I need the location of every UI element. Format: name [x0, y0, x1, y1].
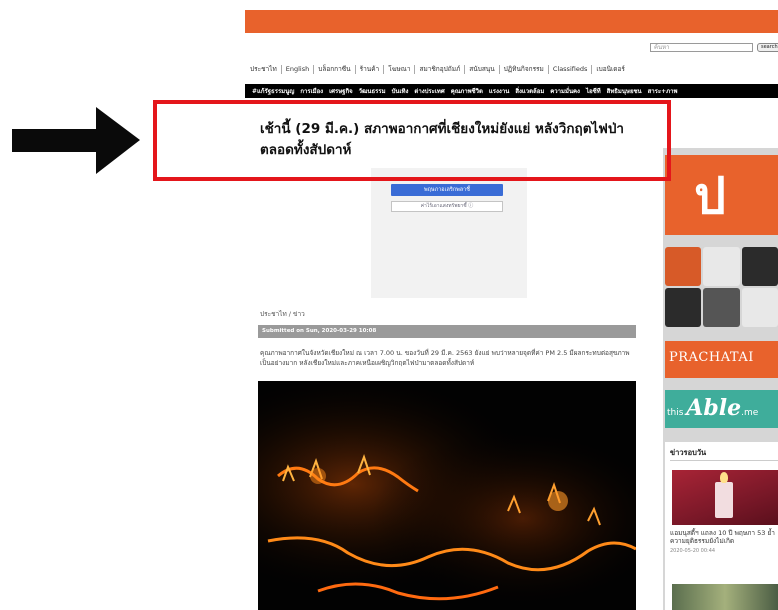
category-nav-item[interactable]: สิทธิมนุษยชน [604, 86, 645, 96]
shirt-image [665, 288, 702, 327]
candle-image [715, 482, 733, 518]
thisable-wordmark: this Able.me [667, 395, 758, 421]
breadcrumb[interactable]: ประชาไท / ข่าว [260, 309, 305, 319]
main-nav-item[interactable]: บล็อกกาซีน [314, 64, 356, 74]
brand-wordmark: PRACHATAI [669, 350, 754, 365]
main-nav-item[interactable]: โฆษณา [384, 64, 416, 74]
divider [670, 460, 778, 461]
highlight-box [153, 100, 671, 181]
share-secondary-button[interactable]: ค่าไร้เอาแสงทรัพยาชี้ ⓘ [391, 201, 503, 212]
main-nav-item[interactable]: Classifieds [549, 64, 593, 74]
category-nav-item[interactable]: สาระ+ภาพ [645, 86, 681, 96]
category-nav: #แก้รัฐธรรมนูญ การเมือง เศรษฐกิจ วัฒนธรร… [245, 84, 778, 98]
search-button[interactable]: search [757, 43, 778, 52]
shirt-image [741, 288, 778, 327]
category-nav-item[interactable]: สิ่งแวดล้อม [512, 86, 547, 96]
main-nav-item[interactable]: ประชาไท [250, 64, 282, 74]
category-nav-item[interactable]: ไอซีที [583, 86, 604, 96]
shirt-image [703, 247, 740, 286]
thisable-mark: Able [686, 395, 742, 421]
main-nav-item[interactable]: สมาชิกอุปถัมภ์ [415, 64, 466, 74]
main-nav-item[interactable]: สนับสนุน [465, 64, 500, 74]
category-nav-item[interactable]: #แก้รัฐธรรมนูญ [249, 86, 297, 96]
shirt-image [665, 247, 702, 286]
thisable-suffix: .me [741, 408, 759, 418]
main-nav-item[interactable]: เบอนิเดอร์ [592, 65, 629, 74]
shirt-image [703, 288, 740, 327]
logo-glyph: ป [694, 167, 726, 225]
main-nav-item[interactable]: ปฏิทินกิจกรรม [500, 64, 549, 74]
share-button[interactable]: พฤษภาอเลริกพลาชี้ [391, 184, 503, 196]
category-nav-item[interactable]: วัฒนธรรม [356, 86, 389, 96]
category-nav-item[interactable]: เศรษฐกิจ [326, 86, 356, 96]
main-nav-item[interactable]: ร้านค้า [356, 64, 385, 74]
thisable-prefix: this [667, 408, 687, 418]
top-banner [245, 10, 778, 33]
shirt-image [741, 247, 778, 286]
news-widget-heading: ข่าวรอบวัน [670, 448, 707, 457]
news-item-title[interactable]: แอมนุสตี้ฯ แถลง 10 ปี พฤษภา 53 ย้ำความยุ… [670, 529, 778, 545]
category-nav-item[interactable]: คุณภาพชีวิต [448, 86, 486, 96]
right-arrow-icon [12, 107, 140, 174]
wildfire-illustration [258, 381, 636, 610]
category-nav-item[interactable]: ต่างประเทศ [411, 86, 447, 96]
category-nav-item[interactable]: แรงงาน [486, 86, 512, 96]
wildfire-photo [258, 381, 636, 610]
news-item-date: 2020-05-20 00:44 [670, 548, 716, 554]
search-input[interactable]: ค้นหา [650, 43, 753, 52]
main-nav: ประชาไท English บล็อกกาซีน ร้านค้า โฆษณา… [250, 64, 629, 74]
page: ค้นหา search ประชาไท English บล็อกกาซีน … [0, 0, 778, 610]
submitted-bar: Submitted on Sun, 2020-03-29 10:08 [258, 325, 636, 338]
merch-banner[interactable] [665, 247, 778, 327]
main-nav-item[interactable]: English [282, 64, 315, 74]
article-summary: คุณภาพอากาศในจังหวัดเชียงใหม่ ณ เวลา 7.0… [260, 349, 630, 367]
category-nav-item[interactable]: การเมือง [297, 86, 326, 96]
category-nav-item[interactable]: ความมั่นคง [547, 86, 583, 96]
category-nav-item[interactable]: บันเทิง [389, 86, 412, 96]
candle-flame [720, 472, 728, 483]
news-thumbnail[interactable] [672, 584, 778, 610]
